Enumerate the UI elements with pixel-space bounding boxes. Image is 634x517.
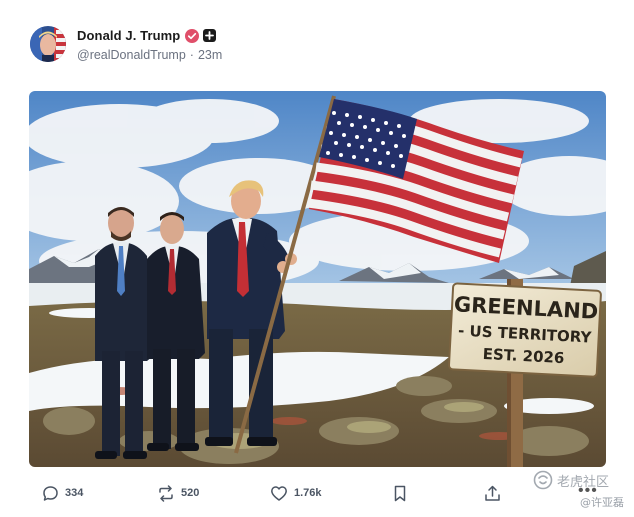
post-time[interactable]: 23m (198, 48, 222, 62)
watermark-logo-icon (533, 470, 553, 490)
repost-icon (157, 484, 175, 502)
repost-button[interactable]: 520 (157, 480, 199, 506)
bookmark-icon (393, 485, 407, 502)
heart-icon (270, 485, 288, 502)
share-icon (484, 485, 501, 502)
watermark-username: @许亚磊 (580, 496, 624, 509)
post-header: Donald J. Trump @realDonaldTrump · 23m (30, 22, 222, 66)
post-image[interactable]: GREENLAND - US TERRITORY EST. 2026 (29, 91, 606, 467)
avatar-image (30, 26, 66, 62)
plus-badge-icon (203, 29, 217, 42)
reply-button[interactable]: 334 (42, 480, 83, 506)
avatar[interactable] (30, 26, 66, 62)
share-button[interactable] (484, 480, 501, 506)
like-count: 1.76k (294, 487, 322, 499)
author-handle[interactable]: @realDonaldTrump (77, 48, 186, 62)
reply-icon (42, 485, 59, 502)
like-button[interactable]: 1.76k (270, 480, 322, 506)
bookmark-button[interactable] (393, 480, 407, 506)
verified-badge-icon (185, 28, 200, 43)
separator-dot: · (189, 47, 194, 62)
watermark-site-name: 老虎社区 (557, 474, 610, 490)
author-name[interactable]: Donald J. Trump (77, 28, 180, 43)
reply-count: 334 (65, 487, 84, 499)
watermark: 老虎社区 (533, 470, 609, 490)
repost-count: 520 (181, 487, 200, 499)
